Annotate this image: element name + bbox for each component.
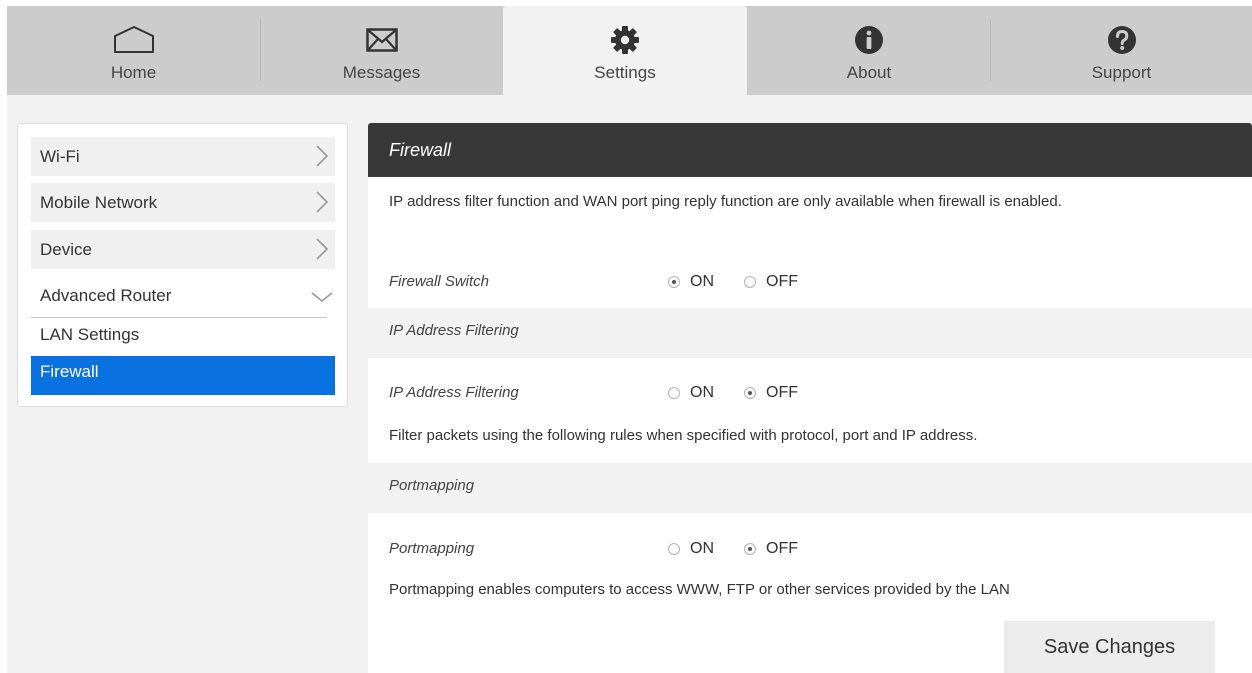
sidebar-item-label: Device [40, 240, 92, 259]
portmapping-off-radio[interactable]: OFF [744, 538, 798, 560]
tab-support[interactable]: Support [991, 6, 1252, 95]
tab-home[interactable]: Home [7, 6, 260, 95]
section-ip-address-filtering: IP Address Filtering [368, 308, 1252, 358]
radio-label: OFF [766, 540, 798, 557]
home-icon [7, 20, 260, 60]
settings-sidebar: Wi-Fi Mobile Network Device Advanced Rou… [17, 123, 348, 407]
sidebar-item-mobile-network[interactable]: Mobile Network [31, 183, 335, 222]
panel-header: Firewall [368, 123, 1252, 177]
sidebar-subitem-label: LAN Settings [40, 325, 140, 344]
ip-filtering-on-radio[interactable]: ON [668, 382, 714, 404]
radio-unselected-icon [744, 276, 756, 288]
chevron-right-icon [316, 145, 329, 167]
firewall-off-radio[interactable]: OFF [744, 271, 798, 293]
portmapping-description: Portmapping enables computers to access … [389, 581, 1010, 598]
section-portmapping: Portmapping [368, 463, 1252, 513]
radio-label: ON [690, 540, 714, 557]
sidebar-item-label: Wi-Fi [40, 147, 80, 166]
sidebar-item-label: Mobile Network [40, 193, 158, 212]
sidebar-subitem-label: Firewall [40, 362, 99, 381]
chevron-down-icon [311, 292, 333, 303]
tab-settings[interactable]: Settings [503, 6, 747, 95]
ip-filtering-off-radio[interactable]: OFF [744, 382, 798, 404]
radio-unselected-icon [668, 543, 680, 555]
radio-unselected-icon [668, 387, 680, 399]
tab-about-label: About [846, 63, 892, 82]
firewall-panel: Firewall IP address filter function and … [368, 123, 1252, 673]
info-icon [748, 20, 990, 60]
portmapping-label: Portmapping [389, 540, 475, 557]
section-title: IP Address Filtering [389, 322, 519, 339]
tab-support-label: Support [1091, 63, 1152, 82]
intro-text: IP address filter function and WAN port … [389, 193, 1062, 210]
radio-label: OFF [766, 384, 798, 401]
envelope-icon [261, 20, 502, 60]
firewall-switch-label: Firewall Switch [389, 273, 490, 290]
ip-filtering-label: IP Address Filtering [389, 384, 519, 401]
sidebar-item-wifi[interactable]: Wi-Fi [31, 137, 335, 176]
portmapping-on-radio[interactable]: ON [668, 538, 714, 560]
radio-label: ON [690, 384, 714, 401]
sidebar-item-firewall[interactable]: Firewall [31, 356, 335, 395]
tab-messages-label: Messages [342, 63, 421, 82]
radio-label: ON [690, 273, 714, 290]
save-changes-button[interactable]: Save Changes [1004, 621, 1215, 673]
ip-filtering-description: Filter packets using the following rules… [389, 427, 978, 444]
sidebar-item-advanced-router[interactable]: Advanced Router [31, 276, 335, 315]
chevron-right-icon [316, 238, 329, 260]
radio-selected-icon [744, 543, 756, 555]
sidebar-item-device[interactable]: Device [31, 230, 335, 269]
tab-about[interactable]: About [748, 6, 990, 95]
gear-icon [503, 20, 747, 60]
page-title: Firewall [389, 140, 452, 160]
tab-settings-label: Settings [594, 63, 656, 82]
question-icon [991, 20, 1252, 60]
tab-messages[interactable]: Messages [261, 6, 502, 95]
sidebar-item-lan-settings[interactable]: LAN Settings [31, 317, 335, 356]
chevron-right-icon [316, 191, 329, 213]
radio-selected-icon [668, 276, 680, 288]
tab-home-label: Home [110, 63, 157, 82]
firewall-on-radio[interactable]: ON [668, 271, 714, 293]
top-nav: Home Messages Settings About Support [7, 6, 1252, 95]
radio-label: OFF [766, 273, 798, 290]
radio-selected-icon [744, 387, 756, 399]
router-app: Home Messages Settings About Support Wi-… [7, 6, 1252, 673]
sidebar-item-label: Advanced Router [40, 286, 172, 305]
section-title: Portmapping [389, 477, 475, 494]
